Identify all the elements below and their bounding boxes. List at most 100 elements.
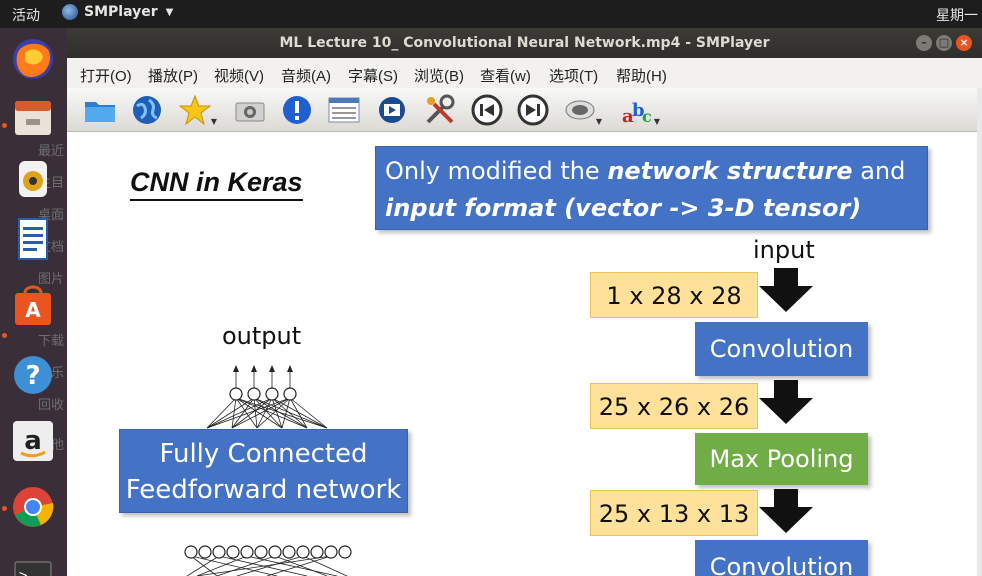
svg-text:>_: >_ — [19, 568, 36, 576]
dock-writer[interactable] — [8, 214, 58, 264]
layer-convolution: Convolution — [695, 540, 868, 576]
note-text: and — [852, 157, 906, 185]
rhythmbox-icon — [19, 161, 47, 197]
menu-view[interactable]: 查看(w) — [480, 65, 531, 86]
open-folder-button[interactable] — [82, 92, 118, 128]
menu-options[interactable]: 选项(T) — [549, 65, 598, 86]
audio-button[interactable]: ▼ — [562, 92, 602, 128]
note-emphasis: input format (vector -> 3-D tensor) — [385, 194, 862, 222]
close-button[interactable]: × — [956, 35, 972, 51]
slide-title: CNN in Keras — [130, 166, 303, 201]
software-icon: A — [15, 285, 51, 325]
tensor-shape: 25 x 26 x 26 — [590, 383, 758, 429]
info-button[interactable] — [279, 92, 315, 128]
help-icon: ? — [14, 356, 52, 394]
playlist-icon — [328, 97, 360, 123]
amazon-icon: a — [13, 421, 53, 461]
layer-max-pooling: Max Pooling — [695, 433, 868, 485]
down-arrow-icon — [759, 380, 813, 424]
firefox-icon — [13, 39, 53, 79]
chevron-down-icon: ▼ — [653, 117, 660, 126]
svg-text:?: ? — [25, 361, 40, 391]
dock-rhythmbox[interactable] — [8, 154, 58, 204]
fc-line: Feedforward network — [125, 475, 402, 505]
terminal-icon: >_ — [14, 561, 52, 576]
favorites-button[interactable]: ▼ — [177, 92, 217, 128]
chevron-down-icon: ▼ — [595, 117, 602, 126]
window-title: ML Lecture 10_ Convolutional Neural Netw… — [279, 35, 770, 51]
input-label: input — [753, 236, 815, 264]
output-label: output — [222, 322, 302, 350]
svg-text:a: a — [24, 426, 42, 456]
open-url-button[interactable] — [129, 92, 165, 128]
info-icon — [283, 96, 311, 124]
writer-icon — [18, 218, 48, 260]
media-button[interactable] — [374, 92, 410, 128]
open-url-icon — [133, 96, 161, 124]
note-text: Only modified the — [385, 157, 608, 185]
screenshot-icon — [235, 102, 265, 122]
top-bar: 活动 SMPlayer ▼ 星期一 — [0, 0, 982, 28]
running-indicator — [2, 333, 7, 338]
activities-button[interactable]: 活动 — [12, 5, 40, 25]
screenshot-button[interactable] — [232, 92, 268, 128]
menu-subtitles[interactable]: 字幕(S) — [348, 65, 398, 86]
menu-browse[interactable]: 浏览(B) — [414, 65, 464, 86]
preferences-icon — [426, 94, 455, 124]
open-folder-icon — [85, 102, 115, 122]
layer-convolution: Convolution — [695, 322, 868, 376]
dock-files[interactable] — [8, 92, 58, 142]
slide-note: Only modified the network structure and … — [375, 146, 928, 230]
fc-line: Fully Connected — [159, 439, 368, 469]
files-icon — [15, 101, 51, 135]
next-button[interactable] — [515, 92, 551, 128]
preferences-button[interactable] — [422, 92, 458, 128]
previous-icon — [471, 94, 503, 126]
subtitles-icon: abc — [622, 100, 652, 126]
window-edge — [977, 88, 982, 576]
app-menu[interactable]: SMPlayer ▼ — [62, 4, 173, 20]
clock[interactable]: 星期一 — [936, 5, 978, 25]
toolbar: ▼ ▼ abc ▼ — [67, 88, 982, 132]
media-icon — [379, 97, 405, 123]
menu-help[interactable]: 帮助(H) — [616, 65, 667, 86]
dock-amazon[interactable]: a — [8, 416, 58, 466]
chevron-down-icon: ▼ — [210, 117, 217, 126]
subtitles-button[interactable]: abc ▼ — [620, 92, 660, 128]
svg-text:A: A — [25, 298, 41, 322]
menu-open[interactable]: 打开(O) — [80, 65, 132, 86]
svg-text:c: c — [642, 107, 652, 126]
running-indicator — [2, 123, 7, 128]
minimize-button[interactable]: – — [916, 35, 932, 51]
video-area[interactable]: CNN in Keras Only modified the network s… — [67, 132, 977, 576]
menu-video[interactable]: 视频(V) — [214, 65, 264, 86]
app-menu-label: SMPlayer — [84, 4, 158, 20]
previous-button[interactable] — [469, 92, 505, 128]
tensor-shape: 1 x 28 x 28 — [590, 272, 758, 318]
chevron-down-icon: ▼ — [165, 6, 174, 18]
next-icon — [517, 94, 549, 126]
dock-firefox[interactable] — [8, 34, 58, 84]
maximize-button[interactable]: □ — [936, 35, 952, 51]
menu-bar: 打开(O) 播放(P) 视频(V) 音频(A) 字幕(S) 浏览(B) 查看(w… — [67, 58, 982, 88]
favorites-icon — [179, 94, 211, 126]
smplayer-icon — [62, 4, 78, 20]
dock-software[interactable]: A — [8, 280, 58, 330]
playlist-button[interactable] — [326, 92, 362, 128]
down-arrow-icon — [759, 489, 813, 533]
menu-audio[interactable]: 音频(A) — [281, 65, 331, 86]
dock-help[interactable]: ? — [8, 350, 58, 400]
running-indicator — [2, 506, 7, 511]
down-arrow-icon — [759, 268, 813, 312]
dock-bg-text: 下载 — [38, 334, 65, 349]
smplayer-window: ML Lecture 10_ Convolutional Neural Netw… — [67, 28, 982, 576]
menu-play[interactable]: 播放(P) — [148, 65, 198, 86]
dock-terminal[interactable]: >_ — [8, 548, 58, 576]
tensor-shape: 25 x 13 x 13 — [590, 490, 758, 536]
chrome-icon — [13, 487, 54, 527]
dock: 最近 主目 桌面 文档 图片 下载 音乐 回收 其他 — [0, 28, 67, 576]
note-emphasis: network structure — [607, 157, 853, 185]
dock-chrome[interactable] — [8, 482, 58, 532]
audio-icon — [565, 100, 595, 120]
title-bar[interactable]: ML Lecture 10_ Convolutional Neural Netw… — [67, 28, 982, 58]
